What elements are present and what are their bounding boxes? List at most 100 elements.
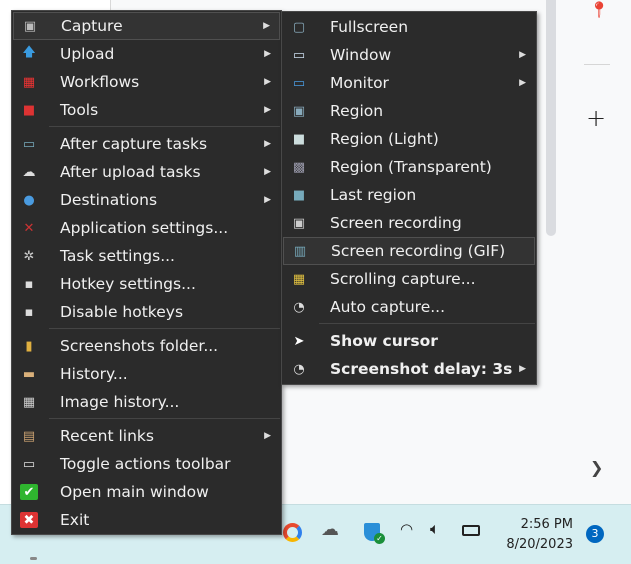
volume-icon[interactable]: 🔈︎: [430, 519, 440, 539]
menu-item-label: After capture tasks: [60, 135, 208, 153]
security-shield-icon[interactable]: ✓: [364, 523, 385, 544]
submenu-arrow-icon: ▶: [264, 49, 271, 59]
chevron-right-icon[interactable]: ❯: [590, 458, 603, 477]
onedrive-cloud-icon[interactable]: ☁: [321, 519, 339, 540]
screen-recording-icon: ▣: [292, 215, 306, 231]
submenu-arrow-icon: ▶: [519, 364, 526, 374]
submenu-arrow-icon: ▶: [264, 167, 271, 177]
time: 2:56 PM: [520, 517, 573, 532]
menu-item-history[interactable]: ▬ History...: [13, 360, 280, 388]
menu-item-label: Scrolling capture...: [330, 270, 476, 288]
upload-arrow-icon: 🡅: [22, 45, 36, 60]
menu-item-toggle-actions-toolbar[interactable]: ▭ Toggle actions toolbar: [13, 450, 280, 478]
menu-item-hotkey-settings[interactable]: ▪ Hotkey settings...: [13, 270, 280, 298]
menu-item-region-transparent[interactable]: ▩ Region (Transparent): [283, 153, 535, 181]
menu-item-label: Fullscreen: [330, 18, 409, 36]
menu-item-disable-hotkeys[interactable]: ▪ Disable hotkeys: [13, 298, 280, 326]
menu-item-show-cursor[interactable]: ➤ Show cursor: [283, 327, 535, 355]
monitor-icon: ▭: [292, 75, 306, 91]
menu-item-exit[interactable]: ✖ Exit: [13, 506, 280, 534]
menu-item-label: Open main window: [60, 483, 209, 501]
divider: [584, 64, 610, 65]
menu-item-region[interactable]: ▣ Region: [283, 97, 535, 125]
menu-item-label: Region: [330, 102, 384, 120]
keyboard-key-icon: ▪: [24, 276, 34, 292]
wrench-icon: ✕: [23, 220, 35, 236]
menu-item-label: Destinations: [60, 191, 158, 209]
menu-item-label: Task settings...: [60, 247, 175, 265]
menu-item-label: Disable hotkeys: [60, 303, 184, 321]
menu-item-application-settings[interactable]: ✕ Application settings...: [13, 214, 280, 242]
wifi-icon[interactable]: ◠: [400, 520, 413, 538]
menu-item-monitor[interactable]: ▭ Monitor ▶: [283, 69, 535, 97]
menu-item-label: After upload tasks: [60, 163, 201, 181]
menu-item-recent-links[interactable]: ▤ Recent links ▶: [13, 422, 280, 450]
menu-item-label: Recent links: [60, 427, 154, 445]
menu-item-last-region[interactable]: ■ Last region: [283, 181, 535, 209]
tray-context-menu: ▣ Capture ▶ 🡅 Upload ▶ ▦ Workflows ▶ ■ Tools ▶ ▭ Afte…: [11, 10, 282, 535]
menu-item-auto-capture[interactable]: ◔ Auto capture...: [283, 293, 535, 321]
toolbox-icon: ■: [22, 102, 36, 118]
date: 8/20/2023: [506, 537, 573, 552]
clock-icon: ◔: [293, 361, 305, 377]
region-light-icon: ■: [292, 131, 306, 147]
camera-icon: ▣: [23, 18, 37, 34]
submenu-arrow-icon: ▶: [264, 195, 271, 205]
menu-item-label: Hotkey settings...: [60, 275, 196, 293]
workflows-grid-icon: ▦: [22, 74, 36, 90]
menu-item-after-capture-tasks[interactable]: ▭ After capture tasks ▶: [13, 130, 280, 158]
menu-item-label: Show cursor: [330, 332, 438, 350]
menu-item-screen-recording[interactable]: ▣ Screen recording: [283, 209, 535, 237]
menu-item-after-upload-tasks[interactable]: ☁ After upload tasks ▶: [13, 158, 280, 186]
menu-item-label: Auto capture...: [330, 298, 446, 316]
menu-item-label: Window: [330, 46, 392, 64]
menu-item-label: Screenshots folder...: [60, 337, 219, 355]
submenu-arrow-icon: ▶: [264, 139, 271, 149]
scrollbar[interactable]: [546, 0, 556, 236]
menu-item-label: Screen recording: [330, 214, 462, 232]
submenu-arrow-icon: ▶: [519, 78, 526, 88]
menu-item-label: Toggle actions toolbar: [60, 455, 231, 473]
submenu-arrow-icon: ▶: [264, 105, 271, 115]
menu-item-label: Region (Light): [330, 130, 439, 148]
clipboard-icon: ▤: [22, 428, 36, 444]
menu-item-workflows[interactable]: ▦ Workflows ▶: [13, 68, 280, 96]
clock[interactable]: 2:56 PM 8/20/2023: [505, 515, 573, 555]
submenu-arrow-icon: ▶: [264, 431, 271, 441]
menu-item-label: Screenshot delay: 3s: [330, 360, 513, 378]
menu-item-open-main-window[interactable]: ✔ Open main window: [13, 478, 280, 506]
menu-item-window[interactable]: ▭ Window ▶: [283, 41, 535, 69]
battery-icon[interactable]: [462, 525, 480, 536]
menu-item-fullscreen[interactable]: ▢ Fullscreen: [283, 13, 535, 41]
add-icon[interactable]: +: [586, 104, 606, 132]
menu-item-upload[interactable]: 🡅 Upload ▶: [13, 40, 280, 68]
menu-item-destinations[interactable]: ● Destinations ▶: [13, 186, 280, 214]
scrolling-capture-icon: ▦: [292, 271, 306, 287]
menu-item-scrolling-capture[interactable]: ▦ Scrolling capture...: [283, 265, 535, 293]
maps-pin-icon[interactable]: 📍︎: [589, 0, 609, 19]
menu-item-screenshots-folder[interactable]: ▮ Screenshots folder...: [13, 332, 280, 360]
menu-item-label: Exit: [60, 511, 90, 529]
menu-item-label: Region (Transparent): [330, 158, 492, 176]
menu-item-tools[interactable]: ■ Tools ▶: [13, 96, 280, 124]
menu-item-image-history[interactable]: ▦ Image history...: [13, 388, 280, 416]
cloud-upload-icon: ☁: [22, 164, 36, 180]
submenu-arrow-icon: ▶: [264, 77, 271, 87]
notification-badge[interactable]: 3: [586, 525, 604, 543]
running-indicator: [30, 557, 37, 560]
disable-key-icon: ▪: [24, 304, 34, 320]
menu-item-region-light[interactable]: ■ Region (Light): [283, 125, 535, 153]
menu-item-capture[interactable]: ▣ Capture ▶: [13, 12, 280, 40]
menu-item-screen-recording-gif[interactable]: ▥ Screen recording (GIF): [283, 237, 535, 265]
destinations-icon: ●: [23, 192, 35, 208]
menu-item-label: Screen recording (GIF): [331, 242, 506, 260]
folder-icon: ▮: [25, 338, 33, 354]
menu-item-label: History...: [60, 365, 128, 383]
menu-item-label: Workflows: [60, 73, 140, 91]
capture-submenu: ▢ Fullscreen ▭ Window ▶ ▭ Monitor ▶ ▣ Region ■ Regi…: [281, 11, 537, 385]
image-arrow-icon: ▭: [22, 136, 36, 152]
menu-item-task-settings[interactable]: ✲ Task settings...: [13, 242, 280, 270]
menu-item-label: Upload: [60, 45, 115, 63]
chrome-icon[interactable]: [283, 523, 302, 542]
menu-item-screenshot-delay-3s[interactable]: ◔ Screenshot delay: 3s ▶: [283, 355, 535, 383]
